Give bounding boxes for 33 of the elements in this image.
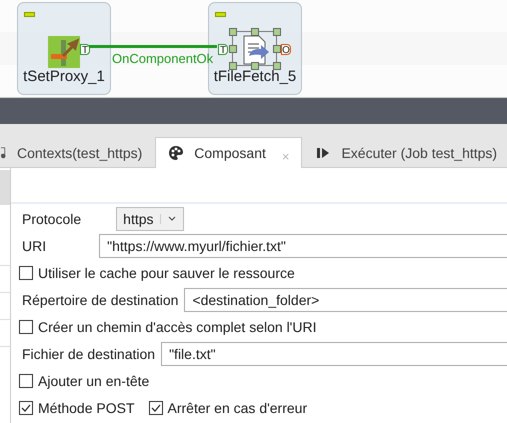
palette-icon	[168, 145, 184, 161]
status-indicator	[24, 12, 35, 17]
field-label: Protocole	[21, 211, 82, 227]
input-field[interactable]: <destination_folder>	[184, 288, 507, 312]
input-field[interactable]: "file.txt"	[161, 342, 507, 366]
checkbox-label: Utiliser le cache pour sauver le ressource	[38, 265, 295, 281]
checkbox[interactable]	[19, 266, 33, 280]
field-label: Fichier de destination	[21, 346, 156, 362]
selected-file-drawing[interactable]	[229, 28, 281, 70]
checkbox[interactable]	[19, 401, 33, 415]
proxy-icon	[48, 36, 80, 68]
checkbox[interactable]	[148, 401, 162, 415]
checkbox-label: Ajouter un en-tête	[38, 373, 150, 389]
checkbox-label: Créer un chemin d'accès complet selon l'URI	[38, 319, 316, 335]
input-field[interactable]: "https://www.myurl/fichier.txt"	[99, 234, 507, 258]
field-label: Répertoire de destination	[21, 292, 178, 308]
checkbox[interactable]	[19, 374, 33, 388]
panel-tab[interactable]: Composant ×	[155, 137, 302, 168]
checkbox[interactable]	[19, 320, 33, 334]
checkbox-label: Arrêter en cas d'erreur	[168, 400, 308, 416]
input-port[interactable]: T	[218, 44, 228, 55]
field-label: URI	[21, 238, 46, 254]
panel-tab[interactable]: Exécuter (Job test_https)	[302, 137, 507, 167]
component-label: tSetProxy_1	[22, 68, 106, 85]
component-label: tFileFetch_5	[212, 68, 298, 85]
output-port[interactable]: O	[281, 44, 291, 55]
panel-tab[interactable]: Contexts(test_https)	[0, 137, 156, 167]
status-indicator	[215, 12, 226, 17]
contexts-icon	[1, 144, 7, 160]
output-port[interactable]: T	[80, 44, 90, 55]
protocol-dropdown[interactable]: https	[116, 207, 184, 231]
component-node[interactable]: T tSetProxy_1	[17, 2, 111, 95]
checkbox-label: Méthode POST	[38, 400, 134, 416]
